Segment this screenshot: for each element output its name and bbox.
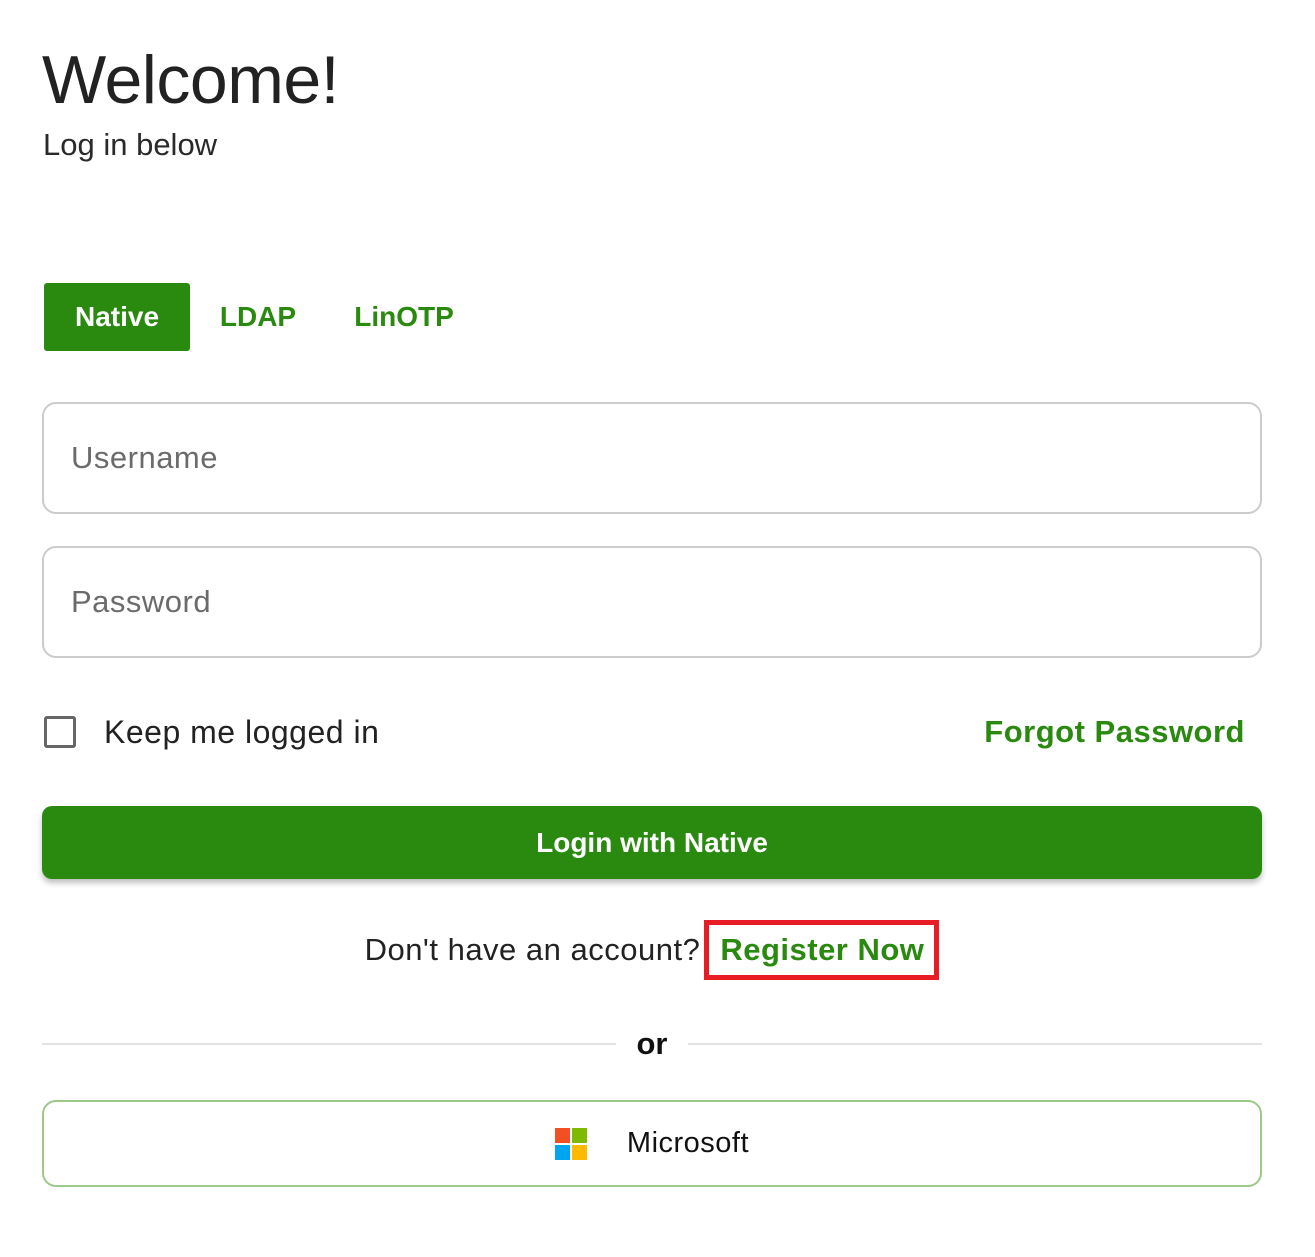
microsoft-login-button[interactable]: Microsoft <box>42 1100 1262 1187</box>
page-subtitle: Log in below <box>43 127 218 162</box>
tab-linotp[interactable]: LinOTP <box>324 283 484 351</box>
login-button[interactable]: Login with Native <box>42 806 1262 879</box>
tab-native[interactable]: Native <box>44 283 190 351</box>
auth-method-tabs: Native LDAP LinOTP <box>44 283 484 351</box>
page-title: Welcome! <box>42 42 340 118</box>
microsoft-label: Microsoft <box>626 1127 750 1159</box>
register-now-link[interactable]: Register Now <box>704 920 940 980</box>
forgot-password-link[interactable]: Forgot Password <box>984 713 1245 751</box>
remember-me-label[interactable]: Keep me logged in <box>104 714 379 751</box>
register-prompt: Don't have an account? <box>364 932 701 967</box>
tab-ldap[interactable]: LDAP <box>190 283 326 351</box>
username-input[interactable] <box>42 402 1262 514</box>
remember-me: Keep me logged in <box>44 713 379 751</box>
password-input[interactable] <box>42 546 1262 658</box>
microsoft-logo-icon <box>554 1127 587 1160</box>
register-row: Don't have an account? Register Now <box>42 920 1262 980</box>
divider-label: or <box>636 1026 668 1061</box>
login-page: Welcome! Log in below Native LDAP LinOTP… <box>42 0 1262 1257</box>
or-divider: or <box>42 1024 1262 1064</box>
remember-me-checkbox[interactable] <box>44 716 76 748</box>
divider-line-left <box>42 1043 616 1045</box>
divider-line-right <box>688 1043 1262 1045</box>
